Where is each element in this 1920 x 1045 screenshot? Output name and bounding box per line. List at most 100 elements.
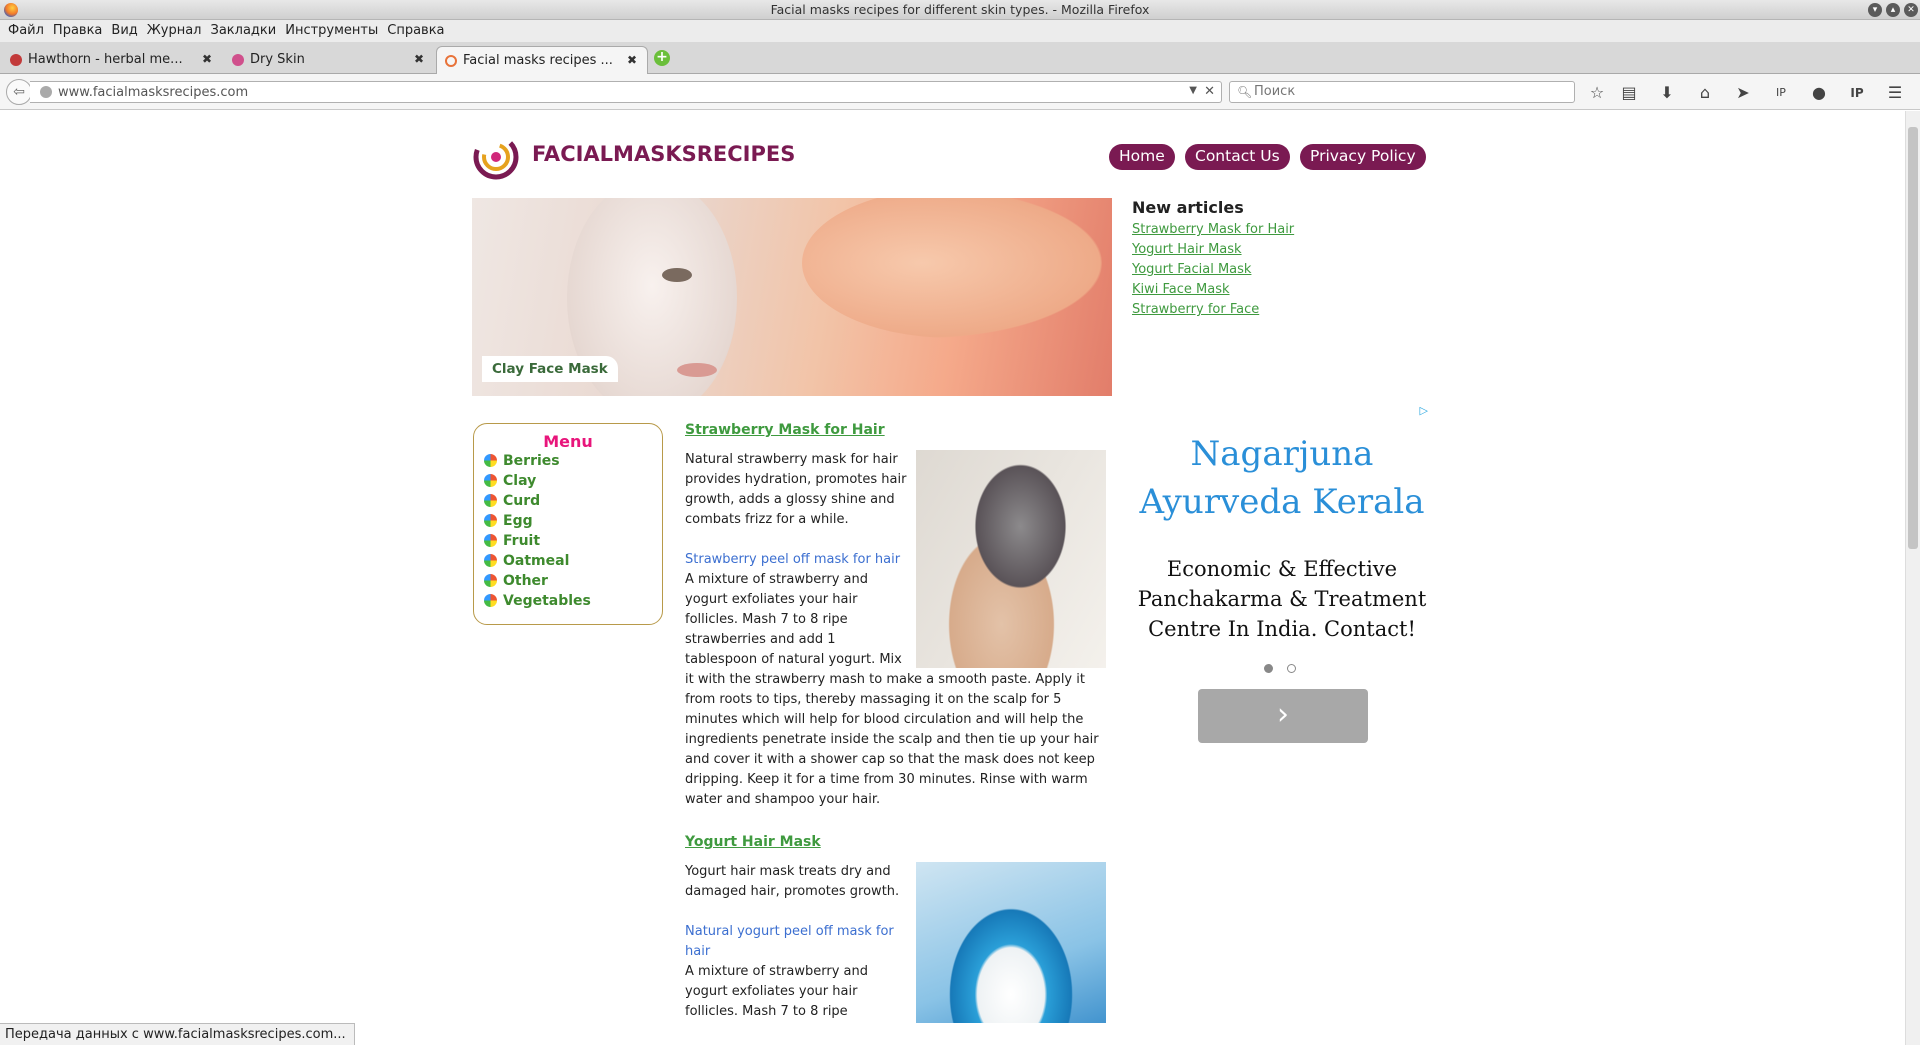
flower-bullet-icon <box>484 554 497 567</box>
flower-bullet-icon <box>484 594 497 607</box>
nav-contact-button[interactable]: Contact Us <box>1185 144 1290 170</box>
new-article-link[interactable]: Yogurt Facial Mask <box>1132 260 1392 280</box>
chat-icon[interactable]: ● <box>1808 82 1830 104</box>
search-bar[interactable]: 🔍︎ <box>1229 81 1575 103</box>
site-brand[interactable]: FACIALMASKSRECIPES <box>532 142 795 166</box>
menu-item-vegetables[interactable]: Vegetables <box>474 593 662 613</box>
hamburger-menu-icon[interactable]: ☰ <box>1884 82 1906 104</box>
close-window-icon[interactable]: ✕ <box>1904 3 1918 17</box>
url-text: www.facialmasksrecipes.com <box>58 85 249 100</box>
ip-icon[interactable]: IP <box>1846 82 1868 104</box>
new-article-link[interactable]: Yogurt Hair Mask <box>1132 240 1392 260</box>
tab-dry-skin[interactable]: Dry Skin ✖ <box>224 46 434 74</box>
menu-item-other[interactable]: Other <box>474 573 662 593</box>
hero-hand-image <box>802 198 1102 338</box>
flower-bullet-icon <box>484 474 497 487</box>
ad-headline[interactable]: Nagarjuna Ayurveda Kerala <box>1132 430 1432 526</box>
yogurt-bowl-image <box>916 862 1106 1023</box>
hero-lips <box>677 363 717 377</box>
article-title-link[interactable]: Strawberry Mask for Hair <box>685 422 1106 438</box>
loading-spinner-icon <box>445 55 457 67</box>
flower-bullet-icon <box>484 454 497 467</box>
tab-facial-masks[interactable]: Facial masks recipes ... ✖ <box>436 46 648 74</box>
new-tab-button[interactable]: + <box>654 50 670 66</box>
tab-bar: Hawthorn - herbal me... ✖ Dry Skin ✖ Fac… <box>0 42 1920 74</box>
menu-history[interactable]: Журнал <box>147 23 202 38</box>
article-list: Strawberry Mask for Hair Natural strawbe… <box>685 422 1106 1023</box>
article: Yogurt Hair Mask Yogurt hair mask treats… <box>685 834 1106 1023</box>
ad-pager <box>1264 662 1310 677</box>
tab-hawthorn[interactable]: Hawthorn - herbal me... ✖ <box>2 46 222 74</box>
flower-bullet-icon <box>484 534 497 547</box>
bookmark-star-icon[interactable]: ☆ <box>1586 82 1608 104</box>
site-logo-icon[interactable] <box>472 133 520 181</box>
menu-item-clay[interactable]: Clay <box>474 473 662 493</box>
flower-bullet-icon <box>484 494 497 507</box>
hero-caption[interactable]: Clay Face Mask <box>482 356 618 382</box>
menu-item-curd[interactable]: Curd <box>474 493 662 513</box>
url-bar[interactable]: www.facialmasksrecipes.com ▼ ✕ <box>30 81 1222 103</box>
vertical-scrollbar[interactable] <box>1905 111 1920 1045</box>
flower-favicon-icon <box>232 54 244 66</box>
globe-icon <box>40 86 52 98</box>
article-title-link[interactable]: Yogurt Hair Mask <box>685 834 1106 850</box>
menu-file[interactable]: Файл <box>8 23 44 38</box>
nav-privacy-button[interactable]: Privacy Policy <box>1300 144 1426 170</box>
adchoices-icon[interactable]: ▷ <box>1420 404 1428 417</box>
close-tab-icon[interactable]: ✖ <box>414 52 424 66</box>
flower-bullet-icon <box>484 574 497 587</box>
ad-body: Economic & Effective Panchakarma & Treat… <box>1137 557 1427 641</box>
menu-edit[interactable]: Правка <box>53 23 102 38</box>
bookmarks-list-icon[interactable]: ▤ <box>1618 82 1640 104</box>
ad-dot[interactable] <box>1287 664 1296 673</box>
close-tab-icon[interactable]: ✖ <box>202 52 212 66</box>
send-icon[interactable]: ➤ <box>1732 82 1754 104</box>
home-icon[interactable]: ⌂ <box>1694 82 1716 104</box>
window-title: Facial masks recipes for different skin … <box>770 2 1150 17</box>
maximize-icon[interactable]: ▴ <box>1886 3 1900 17</box>
ip-addon-icon[interactable]: IP <box>1770 82 1792 104</box>
search-icon: 🔍︎ <box>1237 85 1253 99</box>
new-article-link[interactable]: Kiwi Face Mask <box>1132 280 1392 300</box>
stop-icon[interactable]: ✕ <box>1204 84 1215 99</box>
menu-tools[interactable]: Инструменты <box>285 23 378 38</box>
tab-label: Hawthorn - herbal me... <box>28 52 183 67</box>
menu-item-berries[interactable]: Berries <box>474 453 662 473</box>
downloads-icon[interactable]: ⬇ <box>1656 82 1678 104</box>
menu-view[interactable]: Вид <box>111 23 137 38</box>
ad-dot[interactable] <box>1264 664 1273 673</box>
close-tab-icon[interactable]: ✖ <box>627 53 637 67</box>
flower-bullet-icon <box>484 514 497 527</box>
article: Strawberry Mask for Hair Natural strawbe… <box>685 422 1106 810</box>
flower-favicon-icon <box>10 54 22 66</box>
hero-eye <box>662 268 692 282</box>
category-menu: Menu Berries Clay Curd Egg Fruit Oatmeal… <box>473 423 663 625</box>
menu-item-oatmeal[interactable]: Oatmeal <box>474 553 662 573</box>
new-articles-title: New articles <box>1132 198 1244 217</box>
scrollbar-thumb[interactable] <box>1908 127 1918 549</box>
page-viewport: FACIALMASKSRECIPES Home Contact Us Priva… <box>0 111 1905 1023</box>
menu-bar: Файл Правка Вид Журнал Закладки Инструменты Сп… <box>0 20 1920 42</box>
navigation-toolbar: ⇦ www.facialmasksrecipes.com ▼ ✕ 🔍︎ ☆ ▤ … <box>0 74 1920 110</box>
search-input[interactable] <box>1254 84 1554 99</box>
tab-label: Dry Skin <box>250 52 305 67</box>
tab-label: Facial masks recipes ... <box>463 53 613 68</box>
back-button[interactable]: ⇦ <box>6 79 32 105</box>
hero-banner[interactable]: Clay Face Mask <box>472 198 1112 396</box>
ad-next-button[interactable]: › <box>1198 689 1368 743</box>
hair-mask-image <box>916 450 1106 668</box>
menu-help[interactable]: Справка <box>387 23 444 38</box>
menu-title: Menu <box>543 432 593 451</box>
ad-banner[interactable]: ▷ Nagarjuna Ayurveda Kerala Economic & E… <box>1132 404 1432 743</box>
menu-bookmarks[interactable]: Закладки <box>211 23 277 38</box>
new-article-link[interactable]: Strawberry for Face <box>1132 300 1392 320</box>
nav-home-button[interactable]: Home <box>1109 144 1175 170</box>
window-titlebar: Facial masks recipes for different skin … <box>0 0 1920 20</box>
minimize-icon[interactable]: ▾ <box>1868 3 1882 17</box>
new-articles-panel: New articles Strawberry Mask for Hair Yo… <box>1132 198 1392 320</box>
history-dropdown-icon[interactable]: ▼ <box>1189 85 1197 96</box>
menu-item-egg[interactable]: Egg <box>474 513 662 533</box>
new-article-link[interactable]: Strawberry Mask for Hair <box>1132 220 1392 240</box>
menu-item-fruit[interactable]: Fruit <box>474 533 662 553</box>
status-bar: Передача данных с www.facialmasksrecipes… <box>0 1023 355 1045</box>
